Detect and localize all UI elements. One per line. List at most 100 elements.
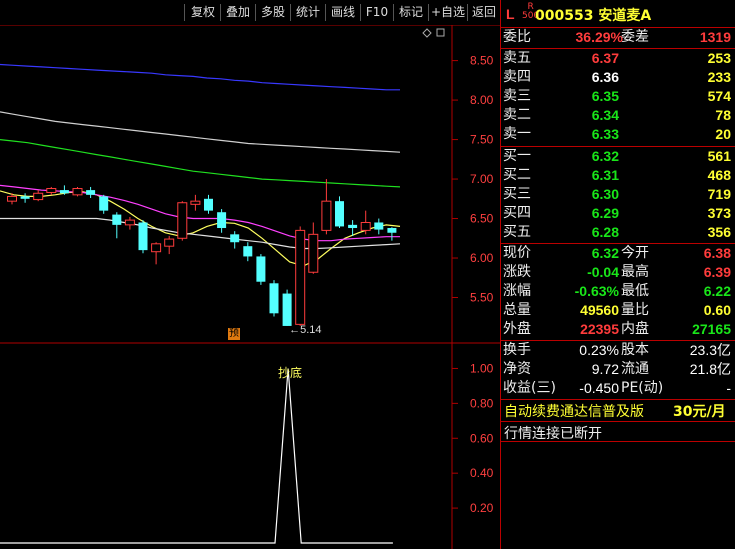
bid-price: 6.32 [591,148,619,164]
diamond-icon[interactable] [422,28,432,38]
bid-row: 买五 6.28 356 [503,223,733,242]
candle-body [217,212,227,229]
bid-label: 买一 [503,148,531,164]
ask-row: 卖三 6.35 574 [503,87,733,106]
overlay-button[interactable]: 叠加 [222,3,254,22]
candle-body [282,293,292,326]
ask-row: 卖五 6.37 253 [503,49,733,68]
finance-value: -0.450 [579,380,619,396]
ma-line [0,111,401,153]
candle-body [112,214,122,225]
f10-button[interactable]: F10 [362,3,392,22]
toolbar-separator [255,4,256,21]
ask-price: 6.35 [591,88,619,104]
toolbar-separator [467,4,468,21]
toolbar-separator [428,4,429,21]
y-tick-label: 7.00 [470,172,494,186]
bid-label: 买三 [503,186,531,202]
quote-label: 最高 [621,264,649,280]
candle-body [177,202,188,239]
candle-body [7,195,17,202]
square-icon[interactable] [436,28,445,37]
weicha-value: 1319 [699,29,731,45]
quote-label: 量比 [621,302,649,318]
bid-volume: 373 [707,205,731,221]
candle-body [72,188,83,196]
ask-label: 卖二 [503,107,531,123]
quote-label: 内盘 [621,321,649,337]
candle-body [204,198,213,211]
statistics-button[interactable]: 统计 [292,3,324,22]
promo-price[interactable]: 30元/月 [673,401,726,421]
bid-volume: 356 [707,224,731,240]
ask-label: 卖四 [503,69,531,85]
toolbar-separator [220,4,221,21]
quote-value: 6.22 [703,283,731,299]
finance-row: 收益(三) -0.450 PE(动) - [503,379,733,398]
ask-volume: 574 [707,88,731,104]
promo-text[interactable]: 自动续费通达信普及版 [504,401,644,421]
quote-value: 49560 [580,302,619,318]
ind-tick-label: 0.60 [470,431,494,445]
ask-price: 6.36 [591,69,619,85]
mark-button[interactable]: 标记 [395,3,427,22]
chart-toolbar: 复权 叠加 多股 统计 画线 F10 标记 +自选 返回 [0,0,500,25]
restore-rights-button[interactable]: 复权 [187,3,219,22]
quote-label: 外盘 [503,321,531,337]
ask-price: 6.34 [591,107,619,123]
y-tick-label: 6.00 [470,251,494,265]
ask-row: 卖一 6.33 20 [503,125,733,144]
toolbar-separator [393,4,394,21]
ask-row: 卖四 6.36 233 [503,68,733,87]
ind-tick-label: 0.20 [470,501,494,515]
finance-label: 换手 [503,342,531,358]
weibi-label: 委比 [503,29,531,45]
finance-value: - [726,380,731,396]
candle-body [20,196,30,199]
y-tick-label: 7.50 [470,133,494,147]
connection-status: 行情连接已断开 [504,426,602,442]
quote-row: 现价 6.32 今开 6.38 [503,244,733,263]
back-button[interactable]: 返回 [469,3,499,22]
ind-tick-label: 0.40 [470,466,494,480]
stock-code-name[interactable]: 000553 安道麦A [535,5,651,25]
bid-price: 6.31 [591,167,619,183]
candle-body [348,224,358,229]
finance-label: 股本 [621,342,649,358]
quote-label: 现价 [503,245,531,261]
draw-line-button[interactable]: 画线 [327,3,359,22]
bid-volume: 561 [707,148,731,164]
bid-row: 买二 6.31 468 [503,166,733,185]
quote-row: 涨跌 -0.04 最高 6.39 [503,263,733,282]
quote-value: -0.63% [574,283,619,299]
bid-label: 买二 [503,167,531,183]
kline-chart-area[interactable]: 8.50 8.00 7.50 7.00 6.50 6.00 5.50 1.00 0.80 0.6… [0,25,500,549]
quote-value: 6.39 [703,264,731,280]
add-watchlist-button[interactable]: +自选 [430,3,466,22]
candle-body [86,190,96,195]
ask-volume: 78 [715,107,731,123]
market-badge: L [506,6,515,22]
finance-row: 换手 0.23% 股本 23.3亿 [503,341,733,360]
y-tick-label: 8.00 [470,93,494,107]
quote-value: 6.32 [591,245,619,261]
candle-body [151,243,162,253]
bid-label: 买四 [503,205,531,221]
finance-label: PE(动) [621,380,664,396]
finance-value: 21.8亿 [689,361,731,377]
ind-tick-label: 1.00 [470,361,494,375]
ask-price: 6.37 [591,50,619,66]
weibi-row: 委比 36.29% 委差 1319 [503,28,733,47]
candle-body [33,192,44,201]
bid-volume: 719 [707,186,731,202]
candle-body [360,221,371,231]
multi-stock-button[interactable]: 多股 [257,3,289,22]
weibi-value: 36.29% [575,29,623,45]
indicator-polyline [0,368,393,544]
candle-body [269,283,279,314]
quote-value: 0.60 [703,302,731,318]
quote-row: 涨幅 -0.63% 最低 6.22 [503,282,733,301]
ask-price: 6.33 [591,126,619,142]
ask-label: 卖五 [503,50,531,66]
bid-row: 买一 6.32 561 [503,147,733,166]
